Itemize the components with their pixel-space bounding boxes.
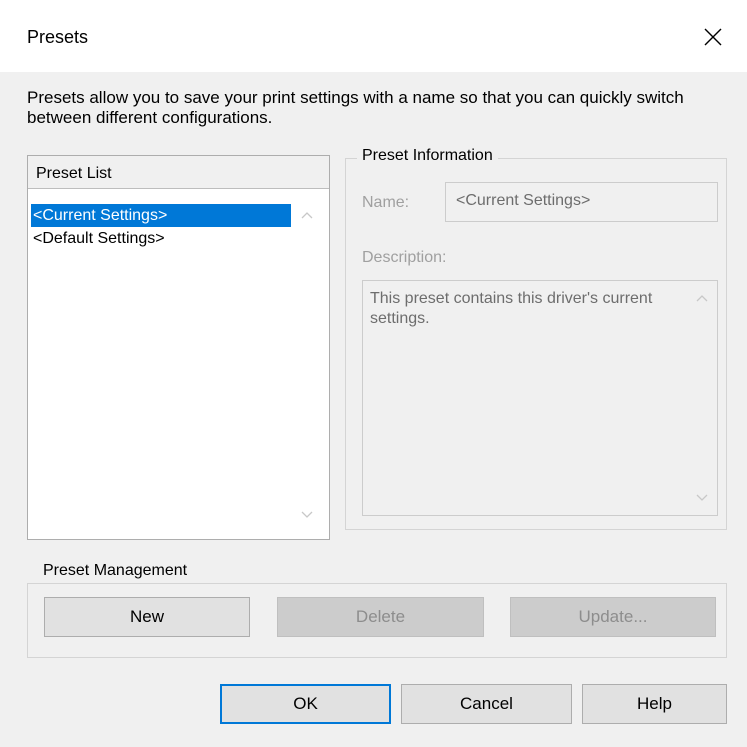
description-scrollbar bbox=[691, 287, 713, 509]
title-bar: Presets bbox=[0, 0, 747, 72]
scroll-down-icon[interactable] bbox=[296, 504, 318, 526]
intro-text: Presets allow you to save your print set… bbox=[27, 88, 684, 127]
preset-information-legend: Preset Information bbox=[357, 147, 498, 165]
preset-list-items: <Current Settings> <Default Settings> bbox=[31, 204, 293, 250]
description-field: This preset contains this driver's curre… bbox=[362, 280, 718, 516]
scroll-up-icon bbox=[691, 287, 713, 309]
description-label: Description: bbox=[362, 249, 447, 266]
scroll-up-icon[interactable] bbox=[296, 204, 318, 226]
ok-button[interactable]: OK bbox=[220, 684, 391, 724]
help-button[interactable]: Help bbox=[582, 684, 727, 724]
preset-list-header: Preset List bbox=[28, 156, 329, 189]
close-icon[interactable] bbox=[698, 22, 728, 52]
delete-button: Delete bbox=[277, 597, 484, 637]
window-title: Presets bbox=[27, 27, 89, 47]
preset-list-header-label: Preset List bbox=[36, 165, 112, 182]
name-field-value: <Current Settings> bbox=[456, 192, 591, 209]
list-item-current-settings[interactable]: <Current Settings> bbox=[31, 204, 291, 227]
preset-management-legend: Preset Management bbox=[38, 562, 193, 580]
list-item-default-settings[interactable]: <Default Settings> bbox=[31, 227, 293, 250]
description-text: This preset contains this driver's curre… bbox=[370, 290, 653, 327]
new-button[interactable]: New bbox=[44, 597, 250, 637]
name-label: Name: bbox=[362, 194, 410, 211]
scroll-down-icon bbox=[691, 487, 713, 509]
name-field: <Current Settings> bbox=[445, 182, 718, 222]
cancel-button[interactable]: Cancel bbox=[401, 684, 572, 724]
update-button: Update... bbox=[510, 597, 716, 637]
preset-list-scrollbar[interactable] bbox=[296, 204, 318, 526]
